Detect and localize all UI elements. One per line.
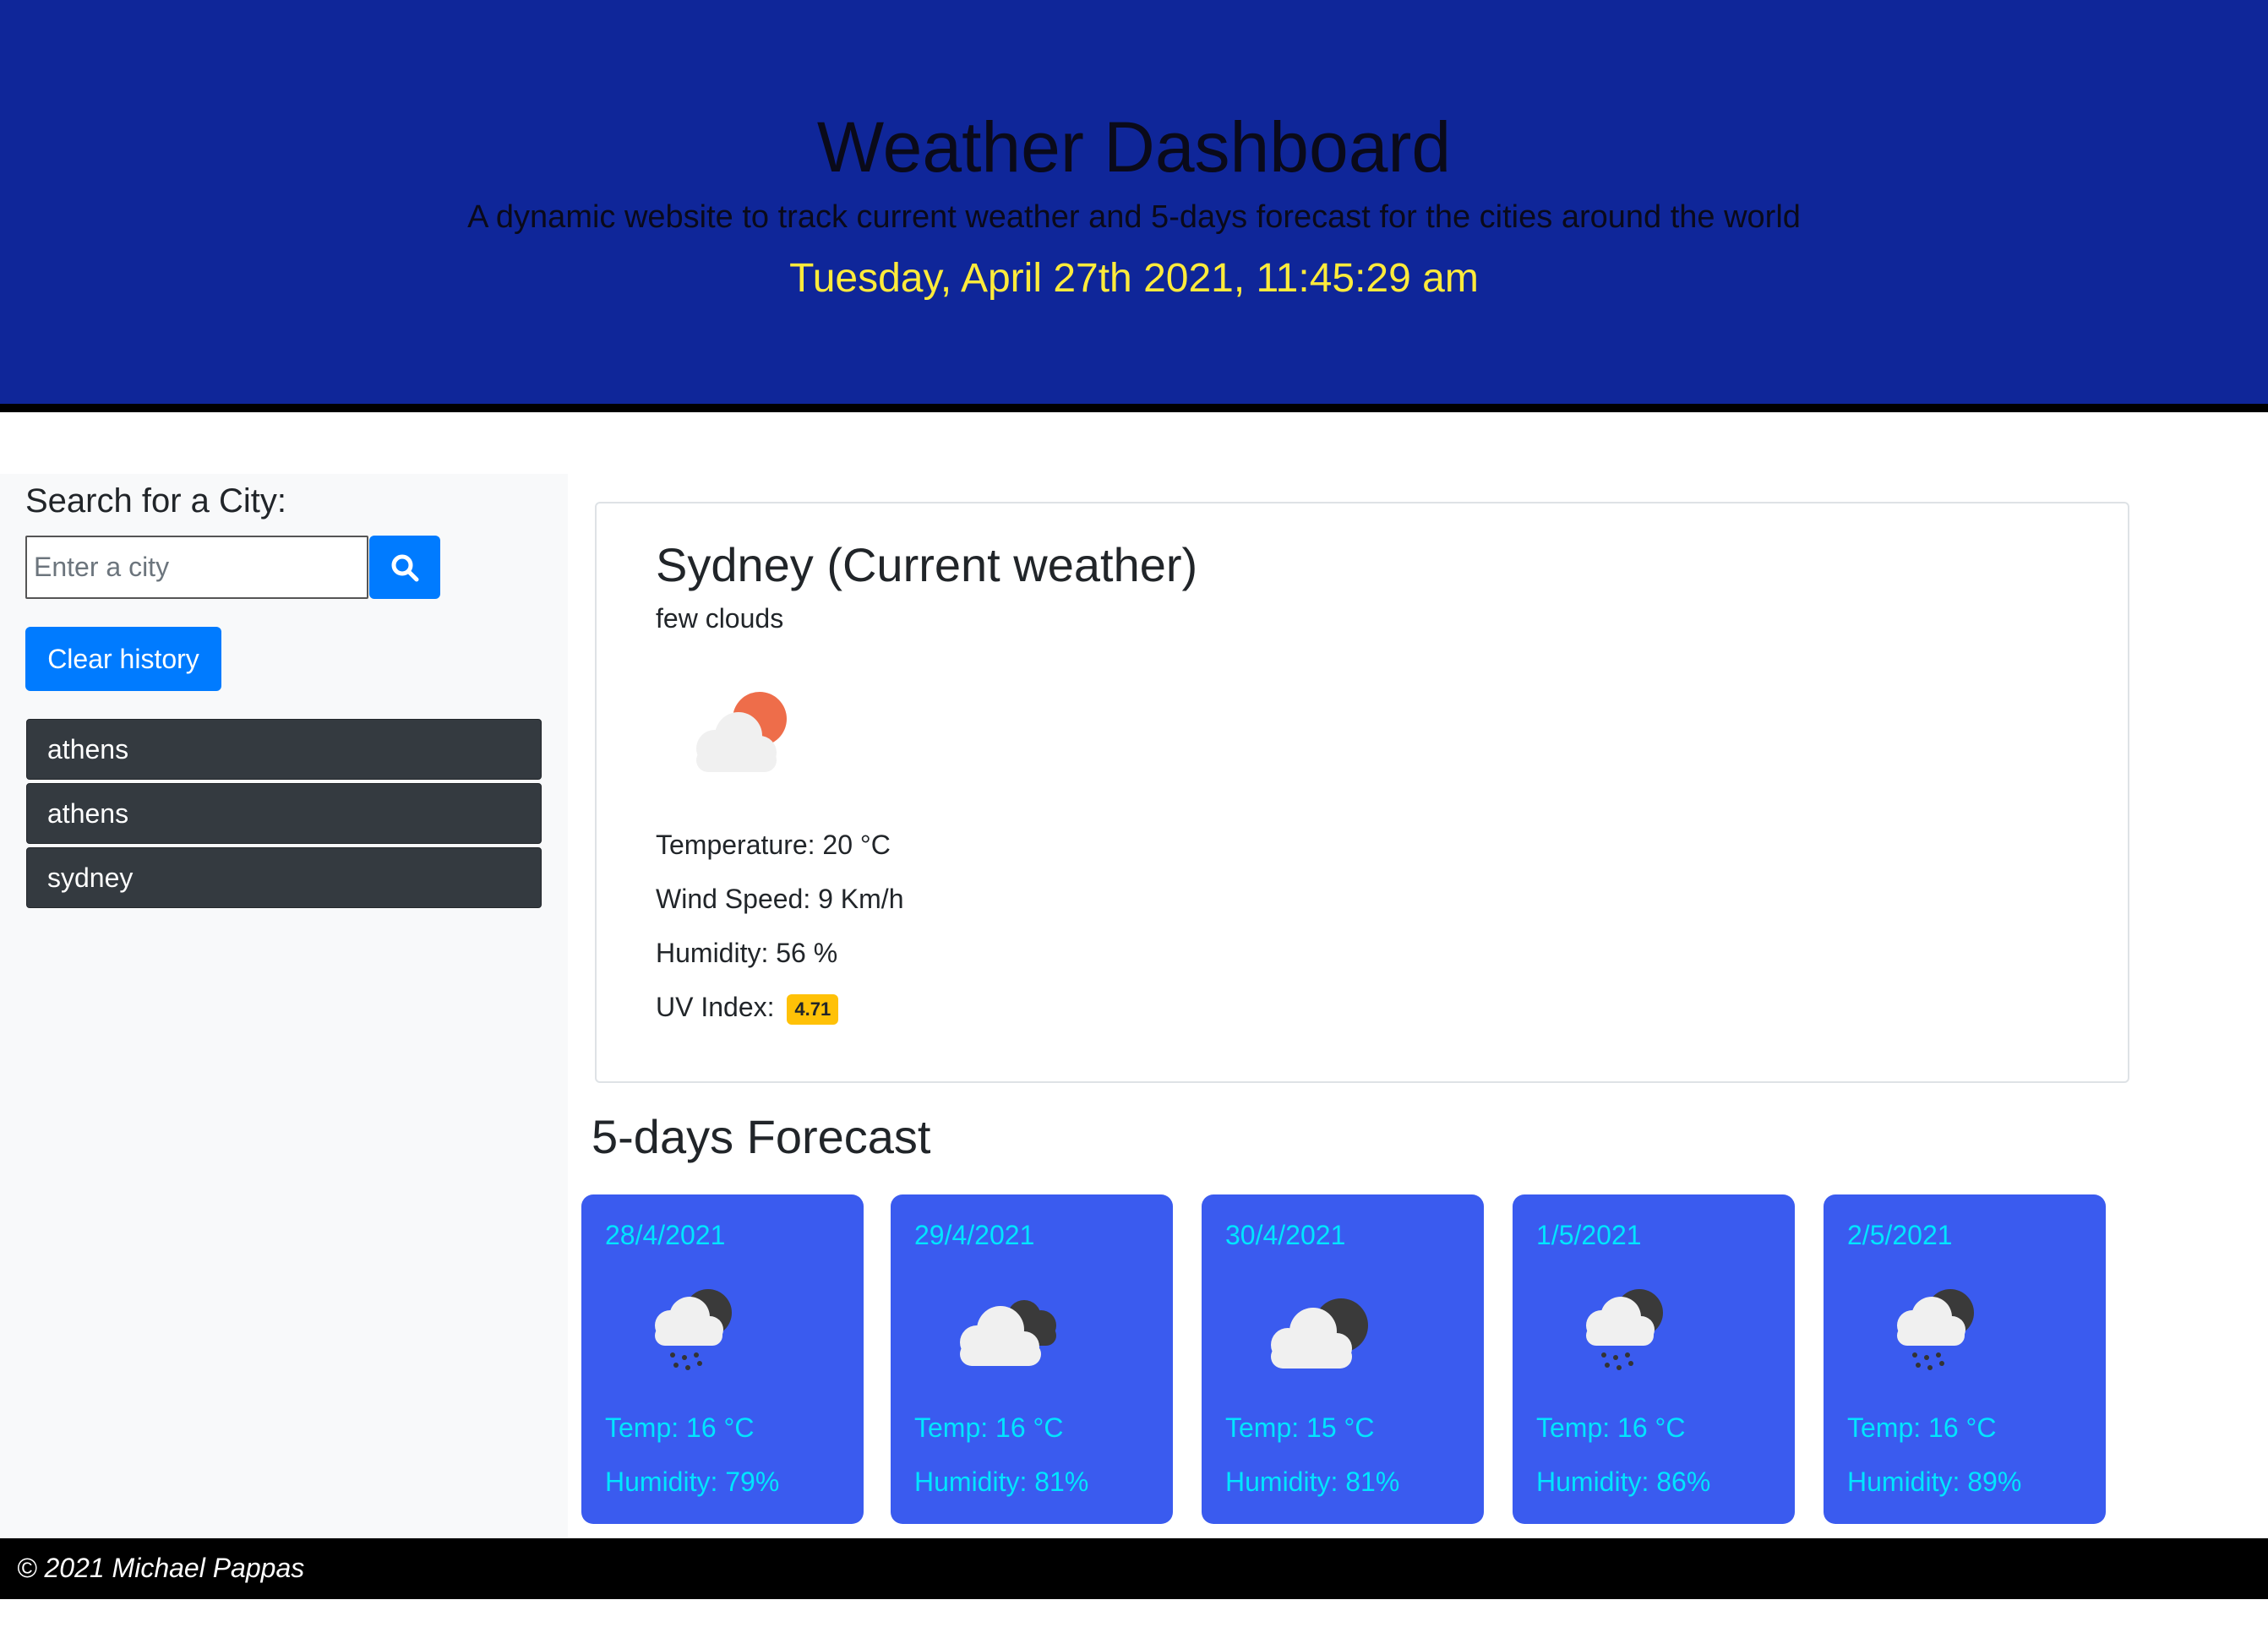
forecast-temp: Temp: 16 °C [914, 1412, 1064, 1443]
search-icon [391, 554, 419, 581]
forecast-date: 29/4/2021 [914, 1220, 1035, 1250]
forecast-date: 28/4/2021 [605, 1220, 726, 1250]
forecast-temp: Temp: 16 °C [1847, 1412, 1997, 1443]
current-city-title: Sydney (Current weather) [656, 538, 1198, 591]
forecast-temp: Temp: 16 °C [605, 1412, 755, 1443]
uv-index-row: UV Index: 4.71 [656, 992, 839, 1025]
forecast-card: 2/5/2021 Temp: 16 °C Humidity: 89% [1824, 1194, 2106, 1524]
uv-index-label: UV Index: [656, 992, 775, 1022]
forecast-date: 2/5/2021 [1847, 1220, 1953, 1250]
forecast-card: 30/4/2021 Temp: 15 °C Humidity: 81% [1202, 1194, 1484, 1524]
few-clouds-icon [696, 692, 787, 772]
current-weather-card: Sydney (Current weather) few clouds Temp… [595, 502, 2129, 1083]
page-title: Weather Dashboard [816, 107, 1452, 187]
rain-icon [655, 1289, 732, 1370]
forecast-date: 30/4/2021 [1225, 1220, 1346, 1250]
broken-clouds-icon [960, 1300, 1056, 1366]
search-sidebar: Search for a City: Clear history athens … [0, 474, 568, 1538]
overcast-clouds-icon [1271, 1298, 1368, 1369]
clear-history-button[interactable]: Clear history [25, 627, 221, 691]
forecast-card: 29/4/2021 Temp: 16 °C Humidity: 81% [891, 1194, 1173, 1524]
forecast-temp: Temp: 15 °C [1225, 1412, 1375, 1443]
uv-index-badge: 4.71 [787, 993, 839, 1025]
weather-description: few clouds [656, 603, 784, 634]
forecast-temp: Temp: 16 °C [1536, 1412, 1686, 1443]
city-search-input[interactable] [25, 536, 368, 599]
forecast-card: 1/5/2021 Temp: 16 °C Humidity: 86% [1513, 1194, 1795, 1524]
page-subtitle: A dynamic website to track current weath… [467, 199, 1801, 235]
history-item[interactable]: sydney [26, 847, 542, 908]
current-temperature: Temperature: 20 °C [656, 830, 891, 860]
forecast-title: 5-days Forecast [592, 1110, 931, 1163]
forecast-humidity: Humidity: 81% [1225, 1466, 1400, 1497]
page-header: Weather Dashboard A dynamic website to t… [0, 0, 2268, 412]
forecast-humidity: Humidity: 89% [1847, 1466, 2022, 1497]
current-humidity: Humidity: 56 % [656, 938, 838, 968]
forecast-card: 28/4/2021 Temp: 16 °C Humidity: 79% [581, 1194, 864, 1524]
rain-icon [1586, 1289, 1663, 1370]
current-wind-speed: Wind Speed: 9 Km/h [656, 884, 904, 914]
copyright-text: © 2021 Michael Pappas [17, 1553, 305, 1583]
search-label: Search for a City: [25, 482, 287, 520]
forecast-humidity: Humidity: 86% [1536, 1466, 1711, 1497]
forecast-humidity: Humidity: 79% [605, 1466, 780, 1497]
history-item[interactable]: athens [26, 783, 542, 844]
current-datetime: Tuesday, April 27th 2021, 11:45:29 am [789, 256, 1479, 301]
page-footer: © 2021 Michael Pappas [0, 1538, 2268, 1599]
forecast-date: 1/5/2021 [1536, 1220, 1642, 1250]
history-item[interactable]: athens [26, 719, 542, 780]
forecast-humidity: Humidity: 81% [914, 1466, 1089, 1497]
search-button[interactable] [369, 536, 440, 599]
rain-icon [1897, 1289, 1974, 1370]
